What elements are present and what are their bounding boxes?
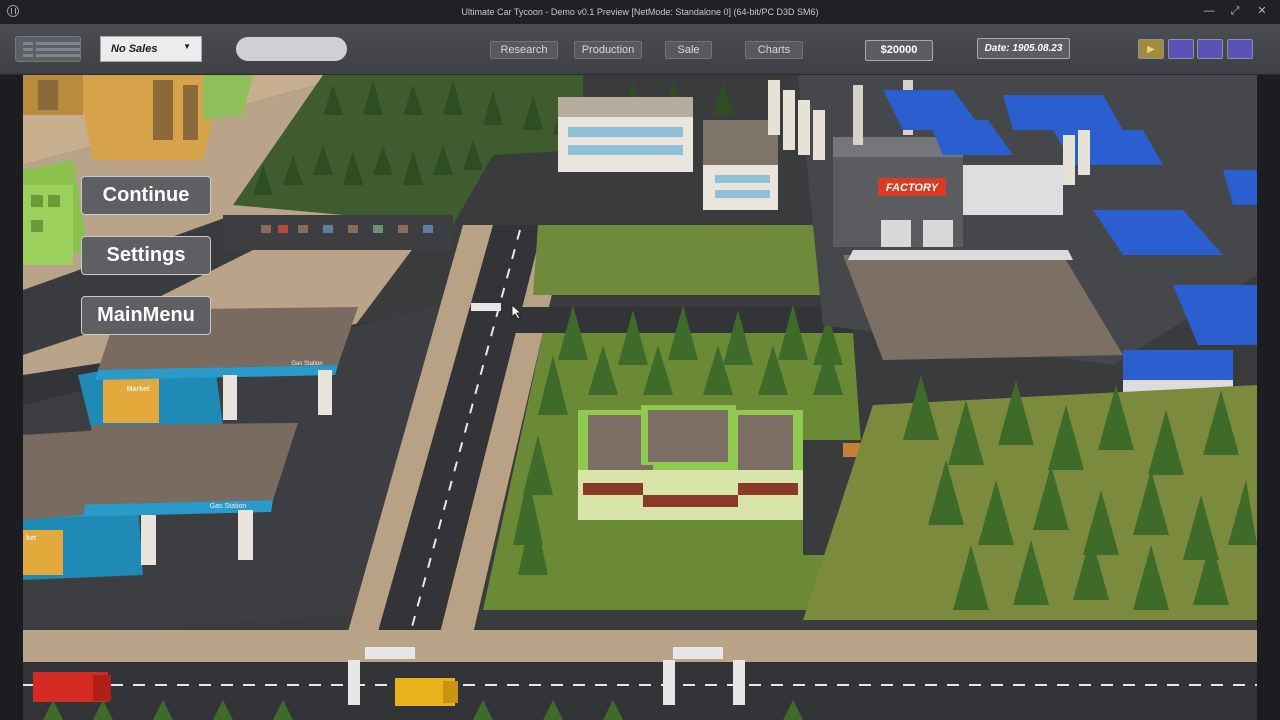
production-button[interactable]: Production [574, 41, 642, 59]
window-titlebar: Ultimate Car Tycoon - Demo v0.1 Preview … [0, 0, 1280, 24]
city-scene: FACTORY Gas Station Gas Station Market k… [23, 75, 1257, 720]
gas-station-sign-1: Gas Station [291, 361, 322, 367]
gas-station-sign-2: Gas Station [210, 503, 247, 510]
speed-3-button[interactable] [1227, 39, 1253, 59]
close-button[interactable]: ✕ [1253, 3, 1271, 19]
play-icon: ▶ [1147, 44, 1155, 55]
chevron-down-icon: ▼ [183, 42, 191, 51]
speed-1-button[interactable] [1168, 39, 1194, 59]
speed-2-button[interactable] [1197, 39, 1223, 59]
sales-select-value: No Sales [111, 43, 158, 55]
restore-button[interactable]: ⤢ [1226, 3, 1244, 19]
hamburger-menu-button[interactable] [15, 36, 81, 62]
date-display: Date: 1905.08.23 [977, 38, 1070, 59]
game-toolbar: No Sales ▼ Research Production Sale Char… [0, 24, 1280, 75]
factory-sign: FACTORY [886, 182, 940, 194]
name-input[interactable] [236, 37, 347, 61]
mouse-cursor-icon [511, 304, 523, 320]
market-sign-2: ket [26, 535, 37, 542]
market-sign-1: Market [127, 386, 150, 393]
window-title: Ultimate Car Tycoon - Demo v0.1 Preview … [461, 7, 819, 17]
charts-button[interactable]: Charts [745, 41, 803, 59]
minimize-button[interactable]: — [1200, 3, 1218, 19]
play-speed-button[interactable]: ▶ [1138, 39, 1164, 59]
sales-select[interactable]: No Sales ▼ [100, 36, 202, 62]
sale-button[interactable]: Sale [665, 41, 712, 59]
money-display: $20000 [865, 40, 933, 61]
game-world-view[interactable]: FACTORY Gas Station Gas Station Market k… [23, 75, 1257, 720]
continue-button[interactable]: Continue [81, 176, 211, 215]
main-menu-button[interactable]: MainMenu [81, 296, 211, 335]
settings-button[interactable]: Settings [81, 236, 211, 275]
research-button[interactable]: Research [490, 41, 558, 59]
